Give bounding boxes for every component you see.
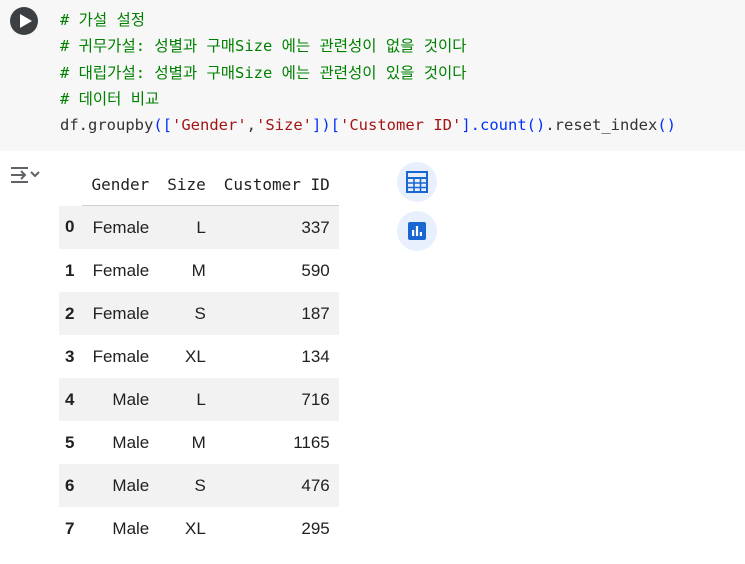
cell-customer-id: 187 <box>214 292 339 335</box>
code-line-5: df.groupby(['Gender','Size'])['Customer … <box>60 112 676 138</box>
cell-gender: Male <box>82 464 159 507</box>
code-line-1: # 가설 설정 <box>60 11 146 29</box>
table-icon <box>406 171 428 193</box>
table-row: 2 Female S 187 <box>59 292 339 335</box>
cell-customer-id: 134 <box>301 346 330 366</box>
code-token: , <box>246 116 256 135</box>
row-index: 4 <box>59 378 83 421</box>
cell-customer-id: 590 <box>301 260 330 280</box>
table-row: 1 Female M 590 <box>59 249 339 292</box>
table-row: 6 Male S 476 <box>59 464 339 507</box>
cell-size: L <box>158 205 215 249</box>
code-token: 'Customer ID' <box>340 116 462 135</box>
dataframe-table: Gender Size Customer ID 0 Female L 337 1… <box>59 163 339 550</box>
cell-size: XL <box>185 518 206 538</box>
row-index: 6 <box>59 464 83 507</box>
code-cell[interactable]: # 가설 설정 # 귀무가설: 성별과 구매Size 에는 관련성이 없을 것이다… <box>0 0 745 151</box>
cell-customer-id: 337 <box>214 205 339 249</box>
cell-size: S <box>158 464 215 507</box>
column-header-customer-id: Customer ID <box>214 163 339 206</box>
cell-customer-id: 1165 <box>293 432 330 452</box>
cell-size: M <box>191 260 206 280</box>
code-token: ].count <box>461 116 527 135</box>
code-token: .reset_index <box>545 116 658 135</box>
code-token: () <box>657 116 676 135</box>
code-token: ([ <box>153 116 172 135</box>
cell-size: L <box>158 378 215 421</box>
column-header-gender: Gender <box>82 163 159 206</box>
row-index: 0 <box>59 205 83 249</box>
table-row: 7 Male XL 295 <box>59 507 339 550</box>
table-row: 5 Male M 1165 <box>59 421 339 464</box>
run-cell-button[interactable] <box>10 7 38 35</box>
code-token: 'Gender' <box>172 116 247 135</box>
cell-gender: Male <box>112 518 150 538</box>
cell-gender: Female <box>92 260 150 280</box>
cell-size: S <box>158 292 215 335</box>
code-token: () <box>526 116 546 135</box>
cell-gender: Female <box>82 205 159 249</box>
index-header <box>59 163 82 206</box>
cell-gender: Male <box>112 432 150 452</box>
table-row: 0 Female L 337 <box>59 205 339 249</box>
table-header-row: Gender Size Customer ID <box>59 163 339 206</box>
suggest-chart-button[interactable] <box>397 211 437 251</box>
code-line-3: # 대립가설: 성별과 구매Size 에는 관련성이 있을 것이다 <box>60 63 467 82</box>
row-index: 3 <box>65 346 75 366</box>
code-line-4: # 데이터 비교 <box>60 89 160 108</box>
code-editor[interactable]: # 가설 설정 # 귀무가설: 성별과 구매Size 에는 관련성이 없을 것이다… <box>60 7 676 138</box>
code-line-2: # 귀무가설: 성별과 구매Size 에는 관련성이 없을 것이다 <box>60 37 467 56</box>
table-row: 3 Female XL 134 <box>59 335 339 378</box>
column-header-size: Size <box>158 163 215 206</box>
code-token: 'Size' <box>256 116 312 135</box>
cell-gender: Female <box>92 346 150 366</box>
cell-size: XL <box>185 346 206 366</box>
cell-gender: Female <box>82 292 159 335</box>
cell-customer-id: 716 <box>214 378 339 421</box>
cell-size: M <box>191 432 206 452</box>
cell-customer-id: 476 <box>214 464 339 507</box>
output-toggle-icon[interactable] <box>8 163 42 187</box>
cell-customer-id: 295 <box>301 518 330 538</box>
code-token: df.groupby <box>60 116 154 135</box>
cell-gender: Male <box>82 378 159 421</box>
table-row: 4 Male L 716 <box>59 378 339 421</box>
interactive-table-button[interactable] <box>397 162 437 202</box>
row-index: 1 <box>65 260 75 280</box>
row-index: 7 <box>65 518 75 538</box>
row-index: 2 <box>59 292 83 335</box>
code-token: ])[ <box>312 116 340 135</box>
play-icon <box>19 14 32 28</box>
row-index: 5 <box>65 432 75 452</box>
bar-chart-icon <box>408 222 426 240</box>
